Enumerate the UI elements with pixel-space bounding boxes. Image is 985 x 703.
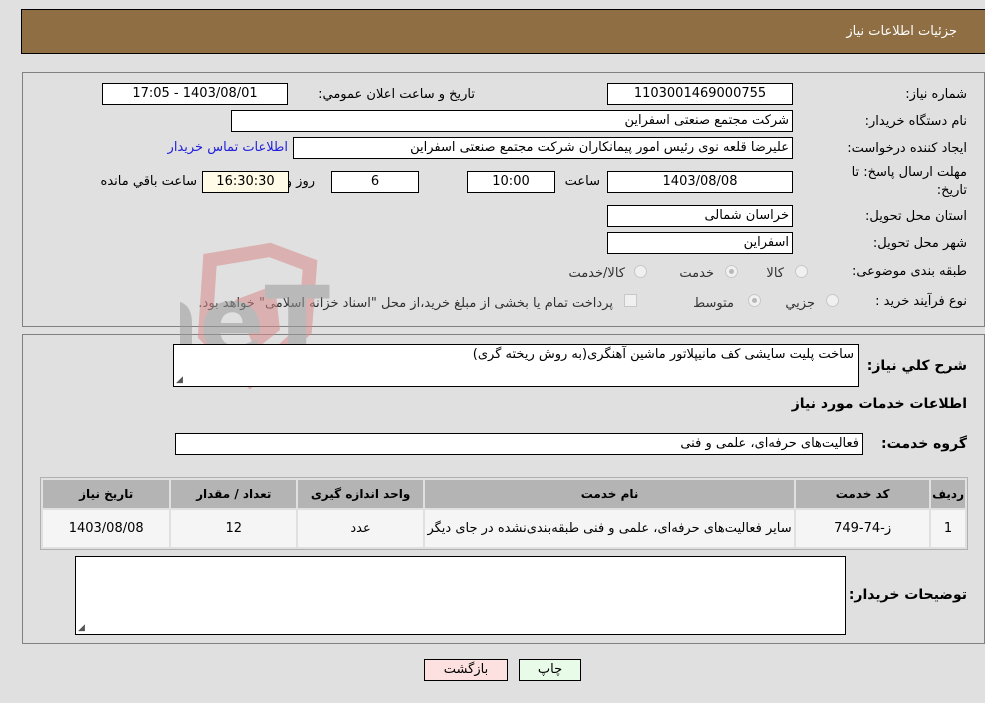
- buyer-notes-label: توضیحات خریدار:: [848, 587, 967, 603]
- category-label: طبقه بندی موضوعی:: [851, 264, 967, 279]
- buyer-contact-link[interactable]: اطلاعات تماس خریدار: [168, 140, 288, 155]
- resize-handle-icon[interactable]: ◢: [78, 623, 85, 633]
- category-service-radio[interactable]: [725, 265, 738, 278]
- requester-field: علیرضا قلعه نوی رئیس امور پیمانکاران شرک…: [293, 137, 793, 159]
- province-label: استان محل تحویل:: [865, 209, 967, 224]
- description-field[interactable]: ساخت پلیت سایشی کف مانیپلاتور ماشین آهنگ…: [173, 344, 859, 387]
- city-label: شهر محل تحویل:: [872, 236, 967, 251]
- purchase-minor-label: جزيي: [785, 296, 815, 311]
- category-goods-service-label: کالا/خدمت: [568, 266, 625, 281]
- buyer-org-field: شرکت مجتمع صنعتی اسفراین: [231, 110, 793, 132]
- description-text: ساخت پلیت سایشی کف مانیپلاتور ماشین آهنگ…: [472, 347, 854, 362]
- cell-row-number: 1: [931, 510, 965, 547]
- buyer-notes-field[interactable]: ◢: [75, 556, 846, 635]
- cell-service-name: سایر فعالیت‌های حرفه‌ای، علمی و فنی طبقه…: [424, 510, 795, 547]
- cell-unit: عدد: [298, 510, 423, 547]
- category-goods-radio[interactable]: [795, 265, 808, 278]
- remaining-time-label: ساعت باقي مانده: [100, 174, 197, 189]
- purchase-medium-label: متوسط: [693, 296, 734, 311]
- services-heading: اطلاعات خدمات مورد نیاز: [791, 396, 967, 412]
- buyer-org-label: نام دستگاه خریدار:: [864, 114, 967, 129]
- table-header-row: ردیف کد خدمت نام خدمت واحد اندازه گیری ت…: [43, 480, 965, 508]
- cell-quantity: 12: [171, 510, 297, 547]
- service-group-label: گروه خدمت:: [881, 436, 967, 452]
- purchase-type-label: نوع فرآیند خرید :: [875, 294, 967, 309]
- deadline-label-line1: مهلت ارسال پاسخ: تا: [851, 165, 967, 180]
- deadline-time-field: 10:00: [467, 171, 555, 193]
- treasury-checkbox[interactable]: [624, 294, 637, 307]
- page-title: جزئیات اطلاعات نیاز: [846, 24, 957, 39]
- announce-datetime-label: تاریخ و ساعت اعلان عمومي:: [318, 87, 475, 102]
- remaining-time-field: 16:30:30: [202, 171, 289, 193]
- category-goods-service-radio[interactable]: [634, 265, 647, 278]
- back-button[interactable]: بازگشت: [424, 659, 508, 681]
- days-label: روز و: [285, 174, 315, 189]
- need-number-label: شماره نیاز:: [905, 87, 967, 102]
- cell-service-code: ز-74-749: [796, 510, 930, 547]
- table-row: 1 ز-74-749 سایر فعالیت‌های حرفه‌ای، علمی…: [43, 510, 965, 547]
- category-service-label: خدمت: [679, 266, 714, 281]
- col-quantity: تعداد / مقدار: [171, 480, 297, 508]
- category-goods-label: کالا: [766, 266, 784, 281]
- announce-datetime-field: 1403/08/01 - 17:05: [102, 83, 288, 105]
- purchase-minor-radio[interactable]: [826, 294, 839, 307]
- requester-label: ایجاد کننده درخواست:: [847, 141, 967, 156]
- resize-handle-icon[interactable]: ◢: [176, 375, 183, 385]
- col-unit: واحد اندازه گیری: [298, 480, 423, 508]
- province-field: خراسان شمالی: [607, 205, 793, 227]
- description-label: شرح کلي نیاز:: [866, 358, 967, 374]
- services-table: ردیف کد خدمت نام خدمت واحد اندازه گیری ت…: [40, 477, 968, 550]
- service-group-field: فعالیت‌های حرفه‌ای، علمی و فنی: [175, 433, 863, 455]
- deadline-label-line2: تاریخ:: [936, 183, 967, 198]
- cell-need-date: 1403/08/08: [43, 510, 170, 547]
- remaining-days-field: 6: [331, 171, 419, 193]
- print-button[interactable]: چاپ: [519, 659, 581, 681]
- need-number-field: 1103001469000755: [607, 83, 793, 105]
- deadline-date-field: 1403/08/08: [607, 171, 793, 193]
- page-header: جزئیات اطلاعات نیاز: [21, 9, 985, 54]
- col-row-number: ردیف: [931, 480, 965, 508]
- col-service-name: نام خدمت: [424, 480, 795, 508]
- col-need-date: تاریخ نیاز: [43, 480, 170, 508]
- city-field: اسفراین: [607, 232, 793, 254]
- treasury-note: پرداخت تمام یا بخشی از مبلغ خرید،از محل …: [198, 296, 613, 311]
- col-service-code: کد خدمت: [796, 480, 930, 508]
- deadline-time-label: ساعت: [564, 174, 600, 189]
- purchase-medium-radio[interactable]: [748, 294, 761, 307]
